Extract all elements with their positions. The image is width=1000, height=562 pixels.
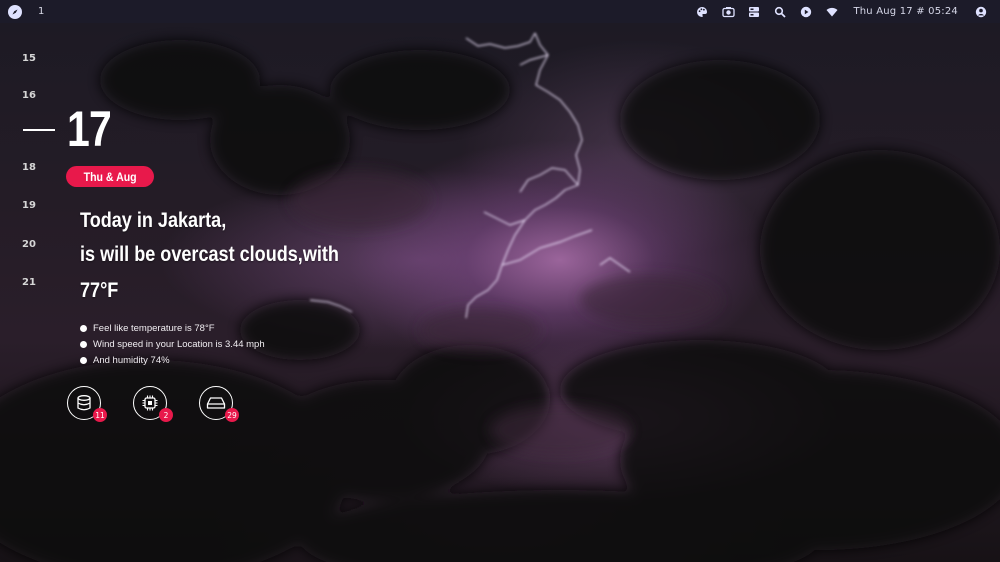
stat-badge: 11 xyxy=(93,408,107,422)
wifi-icon[interactable] xyxy=(819,0,845,23)
timeline-day: 21 xyxy=(22,277,36,288)
palette-icon[interactable] xyxy=(689,0,715,23)
stat-badge: 2 xyxy=(159,408,173,422)
panel-icon[interactable] xyxy=(741,0,767,23)
search-icon[interactable] xyxy=(767,0,793,23)
compass-icon[interactable] xyxy=(8,4,22,19)
weather-detail: Feel like temperature is 78°F xyxy=(80,323,215,334)
weather-detail-text: Wind speed in your Location is 3.44 mph xyxy=(93,339,265,350)
current-day-number: 17 xyxy=(67,101,112,157)
date-badge: Thu & Aug xyxy=(66,166,154,187)
bullet-dot-icon xyxy=(80,341,87,348)
cpu-icon xyxy=(142,395,158,411)
timeline-day: 18 xyxy=(22,162,36,173)
bullet-dot-icon xyxy=(80,325,87,332)
weather-detail-text: Feel like temperature is 78°F xyxy=(93,323,215,334)
weather-temperature: 77°F xyxy=(80,279,119,302)
storm-clouds-image xyxy=(0,32,1000,562)
drive-icon xyxy=(206,397,226,409)
stat-badge: 29 xyxy=(225,408,239,422)
timeline-day: 15 xyxy=(22,53,36,64)
current-day-marker xyxy=(23,129,55,131)
timeline-day: 19 xyxy=(22,200,36,211)
weather-detail-text: And humidity 74% xyxy=(93,355,170,366)
bullet-dot-icon xyxy=(80,357,87,364)
weather-headline-line1: Today in Jakarta, xyxy=(80,209,227,232)
cpu-usage-stat[interactable]: 2 xyxy=(133,386,173,422)
timeline-day: 20 xyxy=(22,239,36,250)
weather-headline-line2: is will be overcast clouds,with xyxy=(80,243,339,266)
weather-detail: Wind speed in your Location is 3.44 mph xyxy=(80,339,265,350)
date-badge-label: Thu & Aug xyxy=(83,169,137,184)
wallpaper xyxy=(0,0,1000,562)
top-bar: 1 Thu Aug 17 # 05:24 xyxy=(0,0,1000,23)
workspace-indicator[interactable]: 1 xyxy=(38,6,44,17)
weather-detail: And humidity 74% xyxy=(80,355,170,366)
clock[interactable]: Thu Aug 17 # 05:24 xyxy=(853,6,958,17)
timeline-day: 16 xyxy=(22,90,36,101)
user-icon[interactable] xyxy=(968,0,994,23)
play-icon[interactable] xyxy=(793,0,819,23)
database-icon xyxy=(77,395,91,411)
camera-icon[interactable] xyxy=(715,0,741,23)
disk-usage-stat[interactable]: 11 xyxy=(67,386,107,422)
drive-usage-stat[interactable]: 29 xyxy=(199,386,239,422)
